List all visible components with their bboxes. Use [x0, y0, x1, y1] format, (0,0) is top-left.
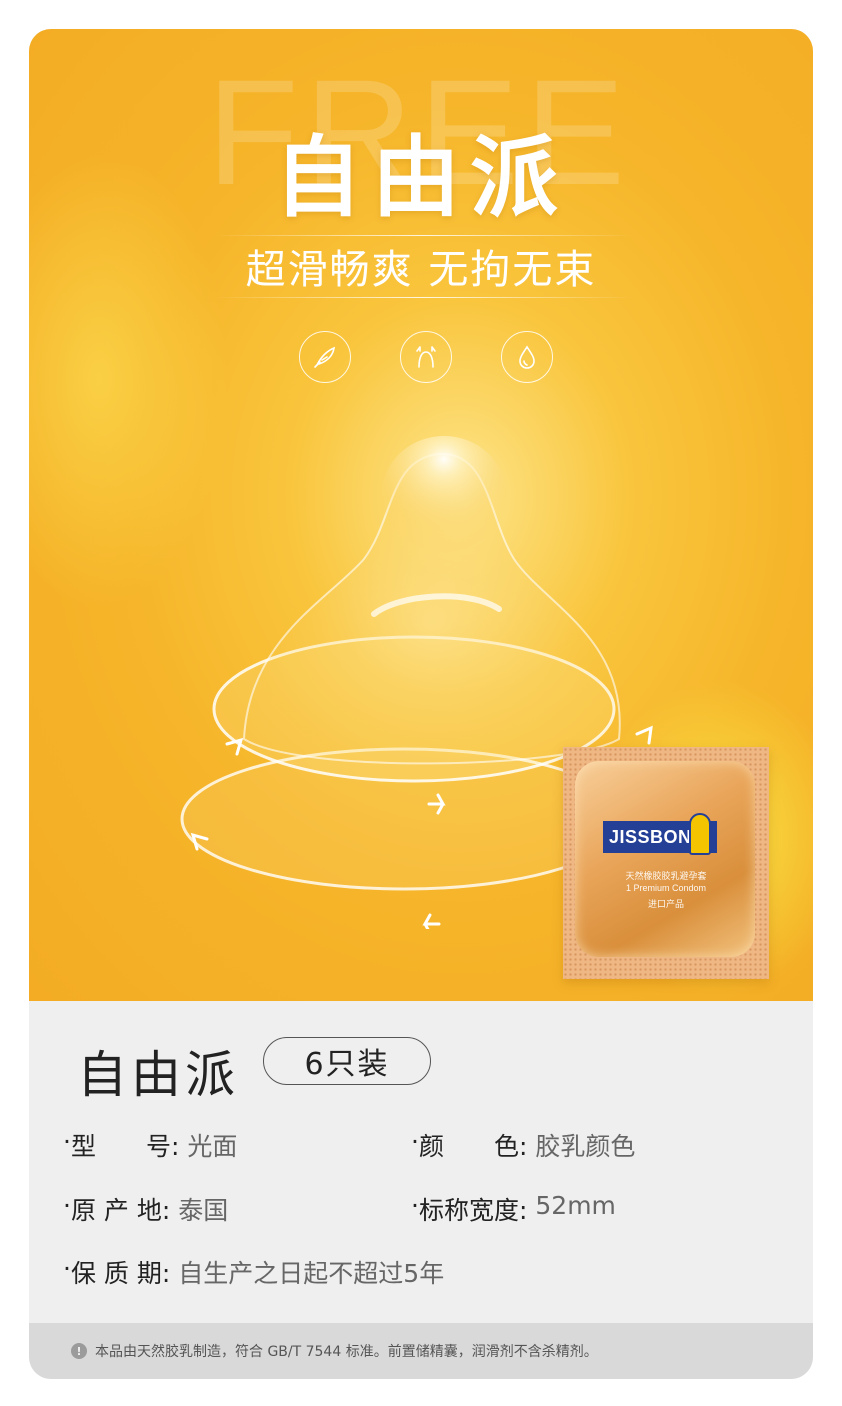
divider-bottom — [214, 297, 634, 298]
spec-value: 胶乳颜色 — [535, 1132, 636, 1161]
divider-top — [214, 235, 634, 236]
condom-packet: JISSBON 天然橡胶胶乳避孕套 1 Premium Condom 进口产品 — [563, 747, 769, 979]
spec-label: 标称宽度: — [418, 1196, 528, 1225]
packet-text-en: 1 Premium Condom — [625, 883, 707, 893]
drop-icon — [501, 331, 553, 383]
pack-badge: 6只装 — [263, 1037, 431, 1085]
spec-label: 型 号: — [70, 1132, 180, 1161]
spec-value: 光面 — [187, 1132, 238, 1161]
hero-subtitle: 超滑畅爽 无拘无束 — [245, 247, 597, 293]
spec-model: · 型 号: 光面 — [63, 1127, 238, 1161]
spec-value: 52mm — [535, 1191, 616, 1220]
feather-icon — [299, 331, 351, 383]
feature-icons — [299, 331, 553, 387]
stretch-icon — [400, 331, 452, 383]
spec-width: · 标称宽度: 52mm — [411, 1191, 616, 1225]
spec-value: 泰国 — [178, 1196, 229, 1225]
product-name: 自由派 — [77, 1046, 239, 1104]
spec-label: 保 质 期: — [70, 1259, 171, 1288]
spec-shelf-life: · 保 质 期: 自生产之日起不超过5年 — [63, 1254, 445, 1288]
spec-origin: · 原 产 地: 泰国 — [63, 1191, 229, 1225]
spec-label: 颜 色: — [418, 1132, 528, 1161]
brand-logo-mark — [689, 813, 711, 855]
spec-color: · 颜 色: 胶乳颜色 — [411, 1127, 636, 1161]
spec-value: 自生产之日起不超过5年 — [178, 1259, 445, 1288]
info-icon: ! — [71, 1343, 87, 1359]
spec-label: 原 产 地: — [70, 1196, 171, 1225]
hero-banner: FREE 自由派 超滑畅爽 无拘无束 JISSBON 天然橡胶胶乳避孕套 1 P… — [29, 29, 813, 1001]
packet-text-cn: 天然橡胶胶乳避孕套 — [625, 871, 707, 881]
spec-panel: 自由派 6只装 · 型 号: 光面 · 颜 色: 胶乳颜色 · 原 产 地: 泰国 · 标称宽… — [29, 1001, 813, 1323]
packet-text-import: 进口产品 — [647, 899, 684, 909]
footer-text: 本品由天然胶乳制造，符合 GB/T 7544 标准。前置储精囊，润滑剂不含杀精剂… — [95, 1344, 598, 1360]
footer-notice: ! 本品由天然胶乳制造，符合 GB/T 7544 标准。前置储精囊，润滑剂不含杀… — [29, 1323, 813, 1379]
packet-foil — [575, 761, 755, 957]
hero-title: 自由派 — [273, 126, 568, 229]
product-card: FREE 自由派 超滑畅爽 无拘无束 JISSBON 天然橡胶胶乳避孕套 1 P… — [29, 29, 813, 1379]
